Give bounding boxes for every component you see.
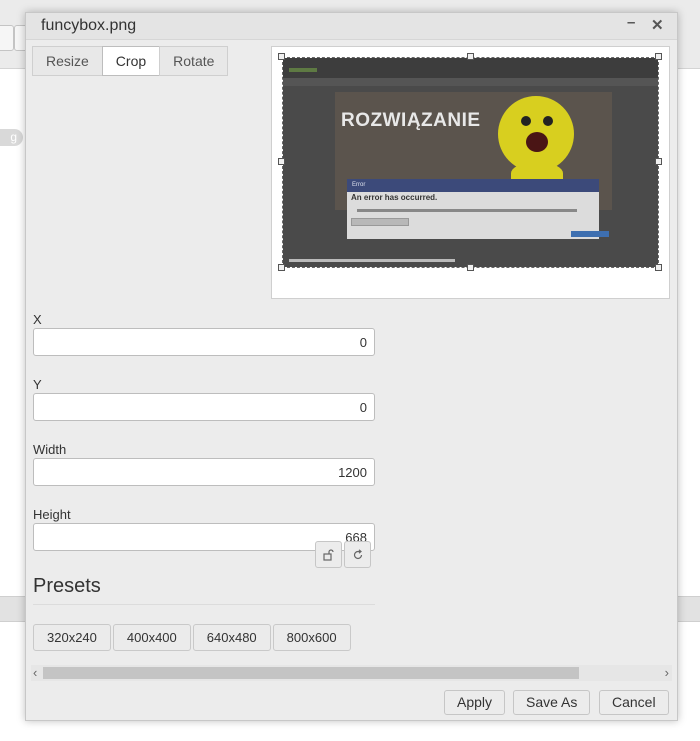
reset-button[interactable] [344,541,371,568]
width-input[interactable] [33,458,375,486]
width-label: Width [33,442,67,457]
close-icon[interactable]: ✕ [651,16,664,34]
crop-handle-top[interactable] [467,53,474,60]
preview-image-header [283,58,658,78]
crop-handle-bottom-left[interactable] [278,264,285,271]
reset-icon [353,549,362,560]
background-toolbar-button[interactable] [0,25,14,51]
y-input[interactable] [33,393,375,421]
preview-image-error-box: Error An error has occurred. [347,179,609,239]
preview-image-logo [289,68,317,72]
preset-640x480-button[interactable]: 640x480 [192,624,271,651]
preview-image-error-title: An error has occurred. [351,193,438,202]
lock-icon [322,549,334,561]
crop-handle-top-left[interactable] [278,53,285,60]
preview-image-caption: ROZWIĄZANIE [341,110,481,131]
presets-heading: Presets [33,575,101,597]
image-preview: ROZWIĄZANIE Error An error has occurred. [271,46,670,299]
preview-image-error-actions [571,231,609,237]
background-badge: g [0,129,23,146]
crop-handle-top-right[interactable] [655,53,662,60]
preview-image-error-button [351,218,409,226]
preview-image-error-header-text: Error [352,182,366,188]
x-input[interactable] [33,328,375,356]
constrain-proportions-button[interactable] [315,541,342,568]
y-label: Y [33,377,42,392]
crop-handle-right[interactable] [655,158,662,165]
tab-rotate[interactable]: Rotate [159,46,229,76]
scrollbar-thumb[interactable] [43,667,579,679]
x-label: X [33,312,42,327]
preset-320x240-button[interactable]: 320x240 [33,624,111,651]
apply-button[interactable]: Apply [444,690,506,715]
preview-image-mascot-eye [521,116,531,126]
cancel-button[interactable]: Cancel [599,690,669,715]
preview-image-mascot-eye [543,116,553,126]
crop-handle-bottom[interactable] [467,264,474,271]
preview-image-error-message [357,209,577,212]
scroll-right-icon[interactable]: › [665,665,669,681]
save-as-button[interactable]: Save As [513,690,591,715]
tab-crop[interactable]: Crop [101,46,161,76]
preset-400x400-button[interactable]: 400x400 [112,624,191,651]
preview-image-menu [283,78,658,86]
tab-resize[interactable]: Resize [32,46,103,76]
preview-image-mascot-mouth [526,132,548,152]
crop-area[interactable]: ROZWIĄZANIE Error An error has occurred. [282,57,659,268]
horizontal-scrollbar[interactable]: ‹ › [31,665,672,681]
crop-handle-bottom-right[interactable] [655,264,662,271]
preview-image: ROZWIĄZANIE Error An error has occurred. [283,58,658,267]
preset-800x600-button[interactable]: 800x600 [272,624,351,651]
preset-list: 320x240 400x400 640x480 800x600 [33,624,351,651]
dialog-title: funcybox.png [41,17,137,34]
scroll-left-icon[interactable]: ‹ [33,665,37,681]
image-editor-dialog: funcybox.png – ✕ Resize Crop Rotate ROZW… [25,12,678,721]
preview-image-footer [289,259,455,262]
tab-bar: Resize Crop Rotate [32,46,229,76]
minimize-icon[interactable]: – [627,14,635,31]
preview-image-error-header: Error [347,179,599,192]
crop-handle-left[interactable] [278,158,285,165]
dialog-titlebar[interactable]: funcybox.png – ✕ [26,13,677,40]
height-label: Height [33,507,71,522]
presets-divider [33,604,375,605]
